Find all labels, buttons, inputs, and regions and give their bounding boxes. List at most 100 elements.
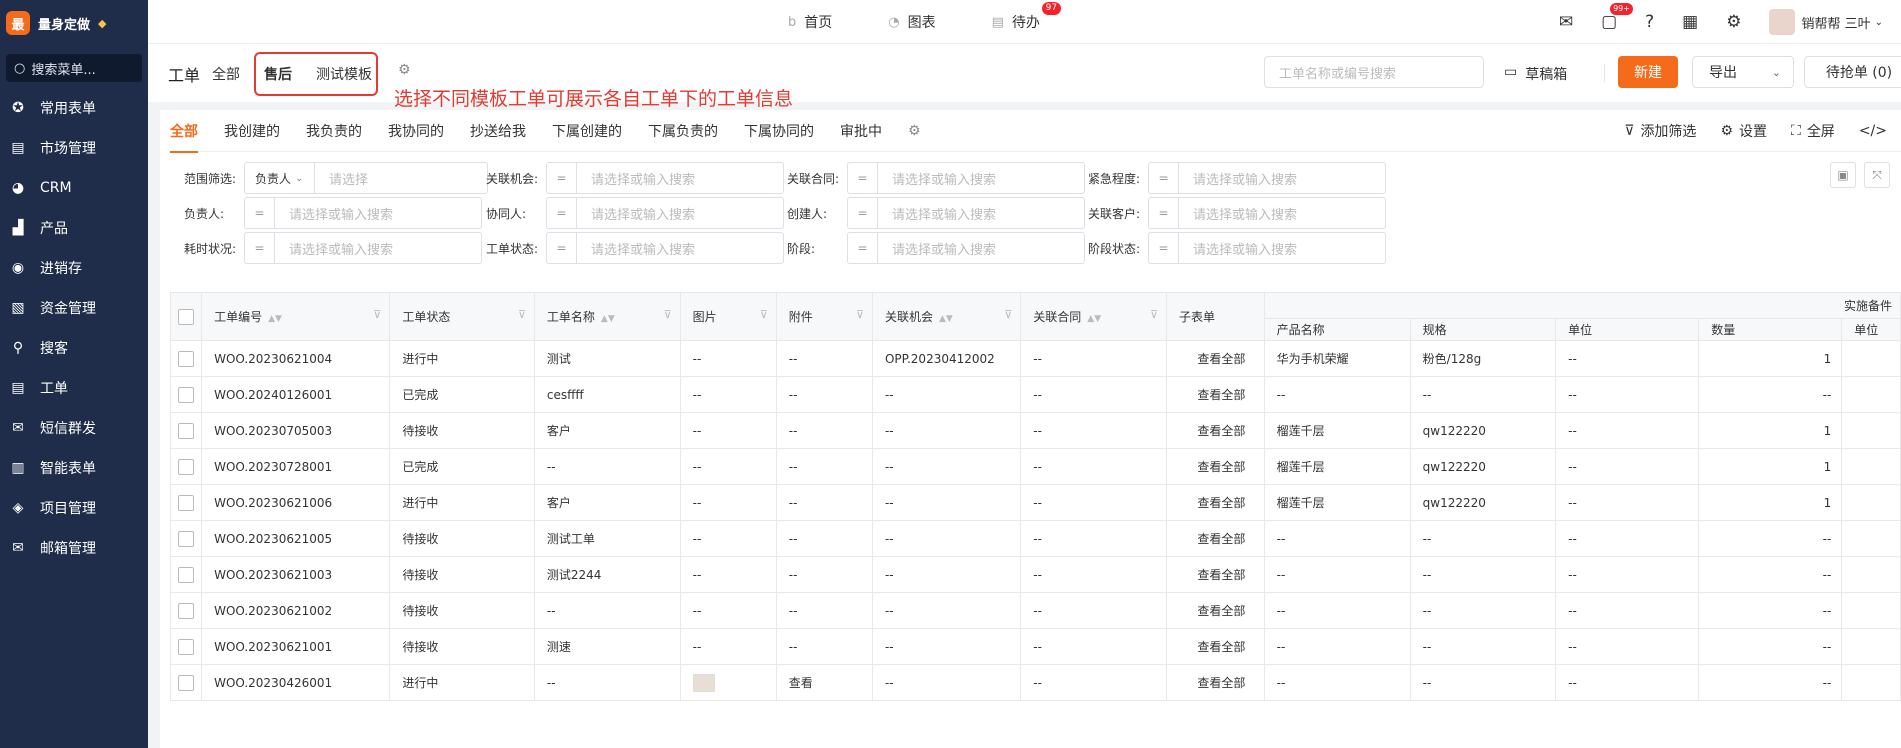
column-header[interactable]: 规格	[1409, 318, 1557, 341]
cell-ticket-name[interactable]: cesffff	[533, 376, 681, 413]
nav-todo[interactable]: ▤ 待办 97	[992, 2, 1062, 32]
filter-input[interactable]: 请选择或输入搜索	[576, 197, 784, 229]
help-icon[interactable]: ?	[1645, 12, 1654, 32]
filter-operator[interactable]: =	[1148, 197, 1178, 229]
code-icon[interactable]: </>	[1859, 123, 1887, 139]
filter-input[interactable]: 请选择或输入搜索	[877, 162, 1085, 194]
view-all-link[interactable]: 查看全部	[1166, 592, 1265, 629]
checkbox[interactable]	[178, 386, 195, 403]
nav-chart[interactable]: ◔ 图表	[888, 12, 935, 32]
table-row[interactable]: WOO.20230728001 已完成 -- -- -- -- -- 查看全部 …	[169, 448, 1901, 485]
table-row[interactable]: WOO.20230621003 待接收 测试2244 -- -- -- -- 查…	[169, 556, 1901, 593]
cell-attachment[interactable]: 查看	[775, 664, 873, 701]
nav-home[interactable]: b 首页	[788, 12, 832, 32]
view-all-link[interactable]: 查看全部	[1166, 448, 1265, 485]
column-header[interactable]: 关联合同 ▲▼ ⊽	[1020, 292, 1168, 341]
sidebar-item-6[interactable]: ⚲ 搜客	[0, 328, 148, 368]
draft-box-button[interactable]: ▭ 草稿箱	[1504, 64, 1567, 84]
column-filter-icon[interactable]: ⊽	[1150, 308, 1158, 321]
checkbox[interactable]	[178, 494, 195, 511]
tab-5[interactable]: 下属创建的	[552, 110, 622, 152]
ticket-id-link[interactable]: WOO.20230621004	[201, 340, 391, 377]
checkbox[interactable]	[178, 638, 195, 655]
add-filter-button[interactable]: ⊽ 添加筛选	[1624, 121, 1696, 141]
sidebar-item-0[interactable]: ✪ 常用表单	[0, 88, 148, 128]
mail-icon[interactable]: ✉	[1559, 12, 1573, 32]
sort-icon[interactable]: ▲▼	[1087, 314, 1101, 324]
cell-opportunity[interactable]: OPP.20230412002	[871, 340, 1022, 377]
sidebar-item-7[interactable]: ▤ 工单	[0, 368, 148, 408]
table-row[interactable]: WOO.20230621002 待接收 -- -- -- -- -- 查看全部 …	[169, 592, 1901, 629]
settings-button[interactable]: ⚙ 设置	[1720, 121, 1767, 141]
scope-input[interactable]: 请选择	[314, 162, 488, 194]
column-filter-icon[interactable]: ⊽	[373, 308, 381, 321]
template-all[interactable]: 全部	[212, 64, 240, 84]
row-select[interactable]	[169, 664, 203, 701]
ticket-search-input[interactable]: 工单名称或编号搜索	[1264, 56, 1484, 88]
template-test[interactable]: 测试模板	[316, 64, 372, 84]
row-select[interactable]	[169, 628, 203, 665]
column-header[interactable]: 数量	[1698, 318, 1843, 341]
table-row[interactable]: WOO.20240126001 已完成 cesffff -- -- -- -- …	[169, 376, 1901, 413]
view-all-link[interactable]: 查看全部	[1166, 664, 1265, 701]
sidebar-item-1[interactable]: ▤ 市场管理	[0, 128, 148, 168]
save-filter-icon[interactable]: ▣	[1830, 162, 1856, 188]
tab-8[interactable]: 审批中	[840, 110, 882, 152]
column-filter-icon[interactable]: ⊽	[856, 308, 864, 321]
view-all-link[interactable]: 查看全部	[1166, 628, 1265, 665]
filter-operator[interactable]: =	[244, 232, 274, 264]
column-filter-icon[interactable]: ⊽	[760, 308, 768, 321]
filter-operator[interactable]: =	[546, 162, 576, 194]
sidebar-item-2[interactable]: ◕ CRM	[0, 168, 148, 208]
table-row[interactable]: WOO.20230621004 进行中 测试 -- -- OPP.2023041…	[169, 340, 1901, 377]
tab-1[interactable]: 我创建的	[224, 110, 280, 152]
sort-icon[interactable]: ▲▼	[268, 314, 282, 324]
grab-order-button[interactable]: 待抢单 (0)	[1804, 56, 1901, 88]
view-all-link[interactable]: 查看全部	[1166, 556, 1265, 593]
view-all-link[interactable]: 查看全部	[1166, 484, 1265, 521]
filter-input[interactable]: 请选择或输入搜索	[1178, 197, 1386, 229]
checkbox[interactable]	[178, 308, 195, 325]
filter-input[interactable]: 请选择或输入搜索	[1178, 232, 1386, 264]
row-select[interactable]	[169, 448, 203, 485]
row-select[interactable]	[169, 376, 203, 413]
ticket-id-link[interactable]: WOO.20230621005	[201, 520, 391, 557]
column-header[interactable]: 工单状态 ⊽	[389, 292, 535, 341]
brand-logo[interactable]: 最 量身定做 ◆	[0, 0, 148, 46]
filter-operator[interactable]: =	[847, 197, 877, 229]
gear-icon[interactable]: ⚙	[1726, 12, 1741, 32]
row-select[interactable]	[169, 556, 203, 593]
filter-input[interactable]: 请选择或输入搜索	[576, 232, 784, 264]
filter-input[interactable]: 请选择或输入搜索	[274, 197, 482, 229]
column-header[interactable]: 子表单	[1166, 292, 1265, 341]
ticket-id-link[interactable]: WOO.20230621002	[201, 592, 391, 629]
apps-grid-icon[interactable]: ▦	[1682, 12, 1698, 32]
scope-select[interactable]: 负责人 ⌄	[244, 162, 314, 194]
row-select[interactable]	[169, 484, 203, 521]
row-select[interactable]	[169, 592, 203, 629]
table-row[interactable]: WOO.20230426001 进行中 -- 查看 -- -- 查看全部 -- …	[169, 664, 1901, 701]
filter-operator[interactable]: =	[847, 162, 877, 194]
fullscreen-button[interactable]: ⛶ 全屏	[1791, 121, 1835, 141]
column-header[interactable]: 图片 ⊽	[679, 292, 777, 341]
collapse-filter-icon[interactable]: ⤧	[1864, 162, 1890, 188]
cell-ticket-name[interactable]: 测试2244	[533, 556, 681, 593]
sidebar-item-5[interactable]: ▧ 资金管理	[0, 288, 148, 328]
sidebar-item-8[interactable]: ✉ 短信群发	[0, 408, 148, 448]
template-after-sales[interactable]: 售后	[264, 64, 292, 84]
ticket-id-link[interactable]: WOO.20230621003	[201, 556, 391, 593]
sidebar-item-3[interactable]: ▟ 产品	[0, 208, 148, 248]
row-select[interactable]	[169, 340, 203, 377]
tab-0[interactable]: 全部	[170, 110, 198, 153]
row-select[interactable]	[169, 520, 203, 557]
filter-input[interactable]: 请选择或输入搜索	[274, 232, 482, 264]
tab-7[interactable]: 下属协同的	[744, 110, 814, 152]
new-button[interactable]: 新建	[1618, 56, 1678, 88]
ticket-id-link[interactable]: WOO.20240126001	[201, 376, 391, 413]
table-row[interactable]: WOO.20230621001 待接收 测速 -- -- -- -- 查看全部 …	[169, 628, 1901, 665]
column-header[interactable]: 单位	[1555, 318, 1700, 341]
ticket-id-link[interactable]: WOO.20230621001	[201, 628, 391, 665]
filter-input[interactable]: 请选择或输入搜索	[877, 197, 1085, 229]
sidebar-item-4[interactable]: ◉ 进销存	[0, 248, 148, 288]
image-thumbnail[interactable]	[692, 673, 715, 692]
